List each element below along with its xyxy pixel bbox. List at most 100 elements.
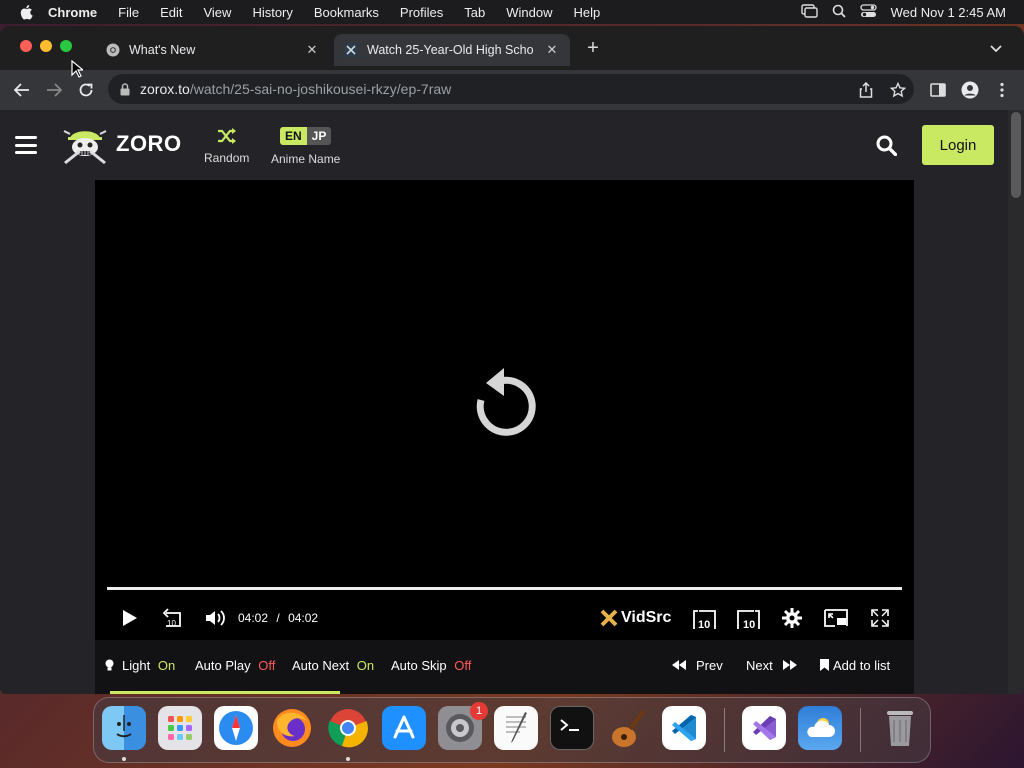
bookmark-star-icon[interactable]	[888, 80, 908, 100]
hamburger-menu-icon[interactable]	[15, 136, 37, 154]
menu-tab[interactable]: Tab	[464, 5, 485, 20]
zoro-favicon	[344, 43, 358, 57]
close-window-button[interactable]	[20, 40, 32, 52]
add-to-list-button[interactable]: Add to list	[820, 658, 890, 673]
minimize-window-button[interactable]	[40, 40, 52, 52]
bookmark-icon	[820, 659, 829, 671]
tab-watch-anime[interactable]: Watch 25-Year-Old High Scho ✕	[334, 34, 570, 66]
safari-icon[interactable]	[214, 706, 258, 750]
new-tab-button[interactable]: +	[582, 37, 604, 60]
prev-episode-button[interactable]: Prev	[672, 658, 723, 673]
autoskip-label: Auto Skip	[391, 658, 447, 673]
url-host: zorox.to	[140, 81, 190, 97]
menu-app-chrome[interactable]: Chrome	[48, 5, 97, 20]
anime-name-language-toggle[interactable]: EN JP Anime Name	[271, 126, 340, 166]
fullscreen-icon[interactable]	[869, 607, 891, 629]
lightbulb-icon	[105, 659, 114, 671]
rewind-10-icon[interactable]: 10	[161, 607, 185, 629]
close-tab-icon[interactable]: ✕	[304, 42, 320, 58]
apple-menu-icon[interactable]	[18, 4, 34, 20]
terminal-icon[interactable]	[550, 706, 594, 750]
vidsrc-logo-icon	[600, 609, 618, 627]
random-nav-button[interactable]: Random	[204, 126, 249, 165]
autonext-toggle[interactable]: Auto Next On	[292, 658, 374, 673]
zoro-mascot-icon	[63, 130, 107, 165]
visual-studio-icon[interactable]	[742, 706, 786, 750]
autoskip-toggle[interactable]: Auto Skip Off	[391, 658, 471, 673]
video-player[interactable]: 10 04:02 / 04:02 VidSrc 10 10	[95, 180, 914, 640]
skip-forward-value: 10	[743, 619, 755, 630]
settings-gear-icon[interactable]	[781, 607, 803, 629]
screen-mirroring-icon[interactable]	[800, 3, 818, 21]
menu-history[interactable]: History	[252, 5, 292, 20]
chrome-dock-icon[interactable]	[326, 706, 370, 750]
share-icon[interactable]	[856, 80, 876, 100]
autoplay-toggle[interactable]: Auto Play Off	[195, 658, 275, 673]
vscode-icon[interactable]	[662, 706, 706, 750]
trash-icon[interactable]	[878, 706, 922, 750]
next-episode-button[interactable]: Next	[746, 658, 797, 673]
finder-icon[interactable]	[102, 706, 146, 750]
menu-edit[interactable]: Edit	[160, 5, 182, 20]
app-store-icon[interactable]	[382, 706, 426, 750]
control-center-icon[interactable]	[859, 3, 877, 21]
time-separator: /	[276, 611, 280, 625]
skip-back-value: 10	[698, 619, 710, 630]
menu-profiles[interactable]: Profiles	[400, 5, 443, 20]
page-scrollbar[interactable]	[1008, 110, 1024, 694]
language-switch[interactable]: EN JP	[280, 127, 332, 145]
menu-bookmarks[interactable]: Bookmarks	[314, 5, 379, 20]
menu-view[interactable]: View	[203, 5, 231, 20]
close-tab-icon[interactable]: ✕	[544, 42, 560, 58]
login-button[interactable]: Login	[922, 125, 994, 165]
lang-en-option[interactable]: EN	[280, 127, 307, 145]
dock-separator	[860, 708, 861, 752]
reload-icon[interactable]	[76, 80, 96, 100]
next-label: Next	[746, 658, 773, 673]
search-icon[interactable]	[876, 135, 898, 161]
replay-icon[interactable]	[473, 368, 537, 443]
lang-jp-option[interactable]: JP	[306, 127, 332, 145]
lock-icon[interactable]	[120, 82, 130, 96]
menu-file[interactable]: File	[118, 5, 139, 20]
light-toggle[interactable]: Light On	[105, 658, 175, 673]
tab-strip: What's New ✕ Watch 25-Year-Old High Scho…	[0, 26, 1024, 70]
profile-icon[interactable]	[960, 80, 980, 100]
forward-arrow-icon[interactable]	[44, 80, 64, 100]
light-label: Light	[122, 658, 151, 673]
menu-window[interactable]: Window	[506, 5, 552, 20]
firefox-icon[interactable]	[270, 706, 314, 750]
scrollbar-thumb[interactable]	[1011, 112, 1021, 198]
site-logo[interactable]: ZORO	[62, 123, 182, 165]
skip-forward-10-icon[interactable]: 10	[735, 607, 761, 631]
playback-time: 04:02 / 04:02	[238, 611, 318, 625]
launchpad-icon[interactable]	[158, 706, 202, 750]
zoom-window-button[interactable]	[60, 40, 72, 52]
picture-in-picture-icon[interactable]	[823, 607, 849, 629]
textedit-icon[interactable]	[494, 706, 538, 750]
menu-help[interactable]: Help	[574, 5, 601, 20]
shuffle-icon	[217, 126, 237, 146]
tab-search-chevron-icon[interactable]	[990, 40, 1002, 58]
weather-icon[interactable]	[798, 706, 842, 750]
fast-forward-icon	[782, 660, 797, 670]
system-settings-icon[interactable]: 1	[438, 702, 488, 750]
video-progress-bar[interactable]	[107, 587, 902, 590]
volume-icon[interactable]	[203, 607, 229, 629]
browser-toolbar: zorox.to/watch/25-sai-no-joshikousei-rkz…	[0, 70, 1024, 110]
address-bar[interactable]: zorox.to/watch/25-sai-no-joshikousei-rkz…	[108, 74, 914, 104]
play-icon[interactable]	[119, 607, 141, 629]
current-time: 04:02	[238, 611, 269, 625]
side-panel-icon[interactable]	[928, 80, 948, 100]
tab-whats-new[interactable]: What's New ✕	[96, 34, 330, 66]
chrome-menu-kebab-icon[interactable]	[992, 80, 1012, 100]
menubar-clock[interactable]: Wed Nov 1 2:45 AM	[891, 5, 1006, 20]
back-arrow-icon[interactable]	[12, 80, 32, 100]
garageband-icon[interactable]	[606, 706, 650, 750]
spotlight-search-icon[interactable]	[832, 4, 846, 21]
tab-title: Watch 25-Year-Old High Scho	[367, 43, 534, 57]
zoro-site: ZORO Random EN JP Anime Name Login 10 04…	[0, 110, 1008, 694]
skip-back-10-icon[interactable]: 10	[692, 607, 718, 631]
window-controls	[20, 40, 72, 52]
vidsrc-brand[interactable]: VidSrc	[600, 609, 671, 627]
